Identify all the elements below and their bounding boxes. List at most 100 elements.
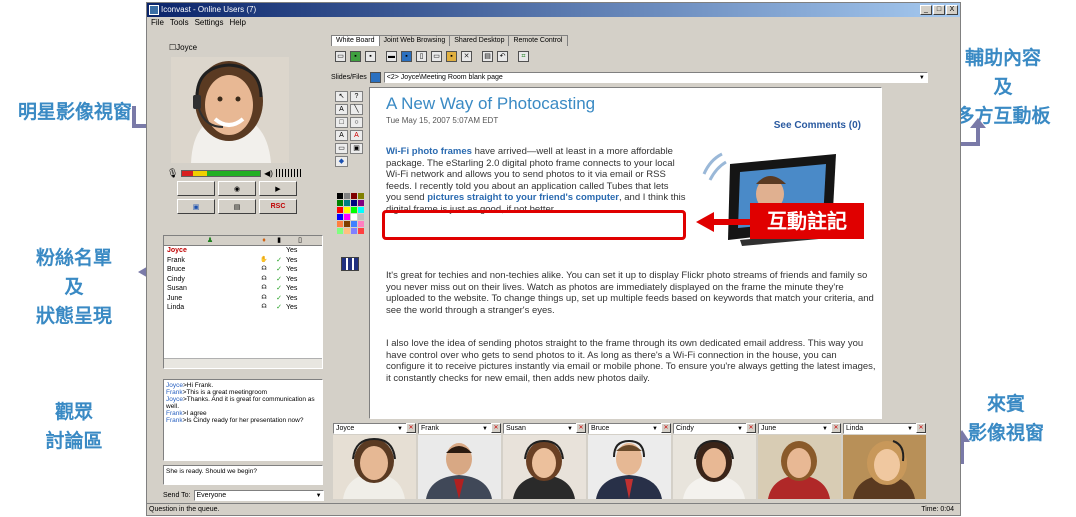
guest-close-icon[interactable]: ✕ xyxy=(576,423,586,433)
whiteboard[interactable]: A New Way of Photocasting Tue May 15, 20… xyxy=(369,87,882,419)
article-date: Tue May 15, 2007 5:07AM EDT xyxy=(386,116,499,125)
color-swatch[interactable] xyxy=(358,214,364,220)
raise-hand-button[interactable] xyxy=(177,181,215,196)
send-to-select[interactable]: Everyone xyxy=(193,490,324,501)
document-icon[interactable]: ▭ xyxy=(431,51,442,62)
color-swatch[interactable] xyxy=(358,221,364,227)
fill-tool-icon[interactable]: ▭ xyxy=(335,143,348,154)
guest-select[interactable]: Frank xyxy=(418,423,501,434)
color-swatch[interactable] xyxy=(351,193,357,199)
color-swatch[interactable] xyxy=(344,193,350,199)
rsc-button[interactable]: RSC xyxy=(259,199,297,214)
color-swatch[interactable] xyxy=(351,221,357,227)
guest-close-icon[interactable]: ✕ xyxy=(916,423,926,433)
webcam-button[interactable]: ◉ xyxy=(218,181,256,196)
fan-list-scrollbar[interactable] xyxy=(164,358,322,368)
rectangle-tool-icon[interactable]: □ xyxy=(335,117,348,128)
close-button[interactable]: X xyxy=(946,5,958,15)
tab-remote-control[interactable]: Remote Control xyxy=(508,35,568,46)
copy-page-icon[interactable]: ▪ xyxy=(365,51,376,62)
highlight-tool-icon[interactable]: A xyxy=(335,130,348,141)
list-item[interactable]: Cindy ☊ ✓ Yes xyxy=(164,275,322,285)
bold-text-tool-icon[interactable]: A xyxy=(350,130,363,141)
guest-close-icon[interactable]: ✕ xyxy=(491,423,501,433)
color-swatch[interactable] xyxy=(344,207,350,213)
menu-help[interactable]: Help xyxy=(229,17,245,29)
color-swatch[interactable] xyxy=(344,228,350,234)
share-screen-button[interactable]: ▣ xyxy=(177,199,215,214)
wifi-frames-link[interactable]: Wi-Fi photo frames xyxy=(386,146,472,157)
pointer-tool-icon[interactable]: ↖ xyxy=(335,91,348,102)
tab-white-board[interactable]: White Board xyxy=(331,35,380,46)
fit-icon[interactable]: ⌗ xyxy=(518,51,529,62)
delete-icon[interactable]: ✕ xyxy=(461,51,472,62)
help-tool-icon[interactable]: ? xyxy=(350,91,363,102)
menu-tools[interactable]: Tools xyxy=(170,17,189,29)
color-swatch[interactable] xyxy=(358,228,364,234)
guest-close-icon[interactable]: ✕ xyxy=(831,423,841,433)
color-swatch[interactable] xyxy=(337,207,343,213)
pictures-link[interactable]: pictures straight to your friend's compu… xyxy=(427,192,619,203)
list-item[interactable]: Bruce ☊ ✓ Yes xyxy=(164,265,322,275)
list-item[interactable]: Linda ☊ ✓ Yes xyxy=(164,303,322,313)
new-page-icon[interactable]: ▪ xyxy=(350,51,361,62)
list-item[interactable]: June ☊ ✓ Yes xyxy=(164,294,322,304)
image-tool-icon[interactable]: ▣ xyxy=(350,143,363,154)
color-swatch[interactable] xyxy=(351,214,357,220)
guest-select[interactable]: Susan xyxy=(503,423,586,434)
grid-tool-icon[interactable] xyxy=(341,257,359,271)
guest-select[interactable]: Bruce xyxy=(588,423,671,434)
see-comments-link[interactable]: See Comments (0) xyxy=(774,120,861,131)
color-swatch[interactable] xyxy=(337,193,343,199)
speaker-icon[interactable]: ◀) xyxy=(264,169,273,178)
color-swatch[interactable] xyxy=(337,200,343,206)
mute-button[interactable]: ▶ xyxy=(259,181,297,196)
list-item[interactable]: Joyce Yes xyxy=(164,246,322,256)
color-swatch[interactable] xyxy=(337,214,343,220)
guest-close-icon[interactable]: ✕ xyxy=(746,423,756,433)
presentation-button[interactable]: ▤ xyxy=(218,199,256,214)
folder-icon[interactable]: ▪ xyxy=(446,51,457,62)
print-icon[interactable]: ▪ xyxy=(401,51,412,62)
page-icon[interactable]: ▯ xyxy=(416,51,427,62)
color-swatch[interactable] xyxy=(351,200,357,206)
undo-icon[interactable]: ↶ xyxy=(497,51,508,62)
menu-file[interactable]: File xyxy=(151,17,164,29)
slides-select[interactable]: <2> Joyce\Meeting Room blank page xyxy=(383,72,928,83)
zoom-icon[interactable]: ▤ xyxy=(482,51,493,62)
eraser-tool-icon[interactable]: ◆ xyxy=(335,156,348,167)
color-swatch[interactable] xyxy=(351,228,357,234)
tab-joint-web-browsing[interactable]: Joint Web Browsing xyxy=(378,35,451,46)
color-swatch[interactable] xyxy=(344,200,350,206)
guest-close-icon[interactable]: ✕ xyxy=(406,423,416,433)
chat-input[interactable]: She is ready. Should we begin? xyxy=(163,465,323,485)
ellipse-tool-icon[interactable]: ○ xyxy=(350,117,363,128)
save-icon[interactable]: ▬ xyxy=(386,51,397,62)
color-swatch[interactable] xyxy=(358,207,364,213)
color-swatch[interactable] xyxy=(337,228,343,234)
guest-close-icon[interactable]: ✕ xyxy=(661,423,671,433)
volume-slider[interactable] xyxy=(275,169,303,177)
color-swatch[interactable] xyxy=(337,221,343,227)
color-swatch[interactable] xyxy=(358,193,364,199)
color-swatch[interactable] xyxy=(344,214,350,220)
guest-select[interactable]: June xyxy=(758,423,841,434)
minimize-button[interactable]: _ xyxy=(920,5,932,15)
guest-select[interactable]: Linda xyxy=(843,423,926,434)
guest-select[interactable]: Cindy xyxy=(673,423,756,434)
tab-shared-desktop[interactable]: Shared Desktop xyxy=(449,35,510,46)
title-bar[interactable]: Iconvast - Online Users (7) _ □ X xyxy=(147,3,960,17)
list-item[interactable]: Susan ☊ ✓ Yes xyxy=(164,284,322,294)
maximize-button[interactable]: □ xyxy=(933,5,945,15)
guest-select[interactable]: Joyce xyxy=(333,423,416,434)
line-tool-icon[interactable]: ╲ xyxy=(350,104,363,115)
tab-bar: White Board Joint Web Browsing Shared De… xyxy=(331,35,568,46)
color-swatch[interactable] xyxy=(344,221,350,227)
open-icon[interactable]: ▭ xyxy=(335,51,346,62)
color-swatch[interactable] xyxy=(358,200,364,206)
color-swatch[interactable] xyxy=(351,207,357,213)
menu-settings[interactable]: Settings xyxy=(195,17,224,29)
guest-video xyxy=(333,435,416,499)
text-tool-icon[interactable]: A xyxy=(335,104,348,115)
list-item[interactable]: Frank ✋ ✓ Yes xyxy=(164,256,322,266)
